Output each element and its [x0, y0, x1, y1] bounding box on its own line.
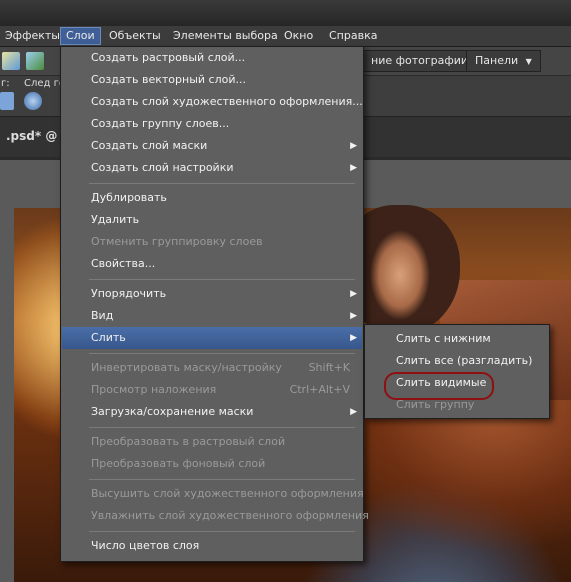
- menu-separator: [89, 531, 355, 532]
- menu-item-duplicate[interactable]: Дублировать: [62, 187, 362, 209]
- submenu-arrow-icon: ▶: [350, 407, 357, 417]
- menu-item-label: Создать слой настройки: [91, 161, 234, 174]
- menu-item-label: Инвертировать маску/настройку: [91, 361, 282, 374]
- menu-item-merge[interactable]: Слить ▶: [62, 327, 362, 349]
- shortcut-label: Shift+K: [308, 361, 350, 374]
- menu-layers[interactable]: Слои: [60, 27, 101, 45]
- option-label-1: г:: [1, 78, 10, 89]
- submenu-arrow-icon: ▶: [350, 333, 357, 343]
- menu-item-label: Создать растровый слой...: [91, 51, 246, 64]
- menu-item-label: Создать группу слоев...: [91, 117, 230, 130]
- panels-button[interactable]: Панели ▼: [466, 50, 541, 72]
- menu-separator: [89, 183, 355, 184]
- menu-item-label: Просмотр наложения: [91, 383, 217, 396]
- menu-item-label: Высушить слой художественного оформления: [91, 487, 364, 500]
- brush-shape-icon[interactable]: [24, 92, 42, 110]
- menu-item-create-mask-layer[interactable]: Создать слой маски ▶: [62, 135, 362, 157]
- submenu-item-label: Слить все (разгладить): [396, 354, 533, 367]
- menu-item-label: Дублировать: [91, 191, 167, 204]
- menu-item-dry-art-layer[interactable]: Высушить слой художественного оформления: [62, 483, 364, 505]
- menu-item-create-adjustment-layer[interactable]: Создать слой настройки ▶: [62, 157, 362, 179]
- menu-bar: Эффекты Слои Объекты Элементы выбора Окн…: [0, 26, 571, 47]
- menu-item-create-vector-layer[interactable]: Создать векторный слой...: [62, 69, 362, 91]
- menu-item-label: Упорядочить: [91, 287, 167, 300]
- menu-item-label: Загрузка/сохранение маски: [91, 405, 254, 418]
- submenu-item-merge-down[interactable]: Слить с нижним: [366, 328, 548, 350]
- menu-item-load-save-mask[interactable]: Загрузка/сохранение маски ▶: [62, 401, 362, 423]
- menu-item-create-raster-layer[interactable]: Создать растровый слой...: [62, 47, 362, 69]
- menu-item-create-layer-group[interactable]: Создать группу слоев...: [62, 113, 362, 135]
- menu-item-wet-art-layer[interactable]: Увлажнить слой художественного оформлени…: [62, 505, 369, 527]
- menu-separator: [89, 279, 355, 280]
- menu-item-label: Преобразовать в растровый слой: [91, 435, 286, 448]
- menu-item-convert-to-raster[interactable]: Преобразовать в растровый слой: [62, 431, 362, 453]
- menu-item-label: Создать векторный слой...: [91, 73, 246, 86]
- menu-effects[interactable]: Эффекты: [0, 28, 65, 44]
- submenu-arrow-icon: ▶: [350, 289, 357, 299]
- window-titlebar: [0, 0, 571, 26]
- menu-objects[interactable]: Объекты: [104, 28, 166, 44]
- menu-separator: [89, 353, 355, 354]
- edit-icon[interactable]: [26, 52, 44, 70]
- option-label-2: След го: [24, 78, 65, 89]
- menu-separator: [89, 427, 355, 428]
- shortcut-label: Ctrl+Alt+V: [289, 383, 350, 396]
- menu-item-layer-color-count[interactable]: Число цветов слоя: [62, 535, 362, 557]
- menu-item-label: Преобразовать фоновый слой: [91, 457, 266, 470]
- menu-item-label: Число цветов слоя: [91, 539, 200, 552]
- submenu-item-merge-all[interactable]: Слить все (разгладить): [366, 350, 548, 372]
- organizer-icon[interactable]: [2, 52, 20, 70]
- panels-label: Панели: [475, 54, 519, 67]
- menu-item-label: Удалить: [91, 213, 140, 226]
- menu-separator: [89, 479, 355, 480]
- annotation-circle: [384, 372, 494, 400]
- menu-item-convert-background[interactable]: Преобразовать фоновый слой: [62, 453, 362, 475]
- menu-item-create-art-layer[interactable]: Создать слой художественного оформления.…: [62, 91, 363, 113]
- menu-item-label: Вид: [91, 309, 114, 322]
- menu-item-label: Слить: [91, 331, 126, 344]
- menu-item-properties[interactable]: Свойства...: [62, 253, 362, 275]
- menu-item-label: Создать слой маски: [91, 139, 208, 152]
- brush-preset-icon[interactable]: [0, 92, 14, 110]
- photo-fix-label: ние фотографии: [371, 54, 469, 67]
- menu-item-ungroup-layers[interactable]: Отменить группировку слоев: [62, 231, 362, 253]
- chevron-down-icon: ▼: [525, 57, 532, 66]
- submenu-arrow-icon: ▶: [350, 163, 357, 173]
- menu-window[interactable]: Окно: [279, 28, 318, 44]
- submenu-item-label: Слить с нижним: [396, 332, 491, 345]
- menu-item-view-overlay[interactable]: Просмотр наложения Ctrl+Alt+V: [62, 379, 362, 401]
- menu-selection-elements[interactable]: Элементы выбора: [168, 28, 283, 44]
- menu-item-view[interactable]: Вид ▶: [62, 305, 362, 327]
- menu-item-delete[interactable]: Удалить: [62, 209, 362, 231]
- submenu-arrow-icon: ▶: [350, 141, 357, 151]
- menu-item-label: Увлажнить слой художественного оформлени…: [91, 509, 369, 522]
- menu-item-label: Отменить группировку слоев: [91, 235, 263, 248]
- menu-help[interactable]: Справка: [324, 28, 382, 44]
- menu-item-arrange[interactable]: Упорядочить ▶: [62, 283, 362, 305]
- submenu-arrow-icon: ▶: [350, 311, 357, 321]
- menu-item-label: Создать слой художественного оформления.…: [91, 95, 363, 108]
- menu-item-invert-mask[interactable]: Инвертировать маску/настройку Shift+K: [62, 357, 362, 379]
- layers-menu: Создать растровый слой... Создать вектор…: [60, 46, 369, 562]
- menu-item-label: Свойства...: [91, 257, 156, 270]
